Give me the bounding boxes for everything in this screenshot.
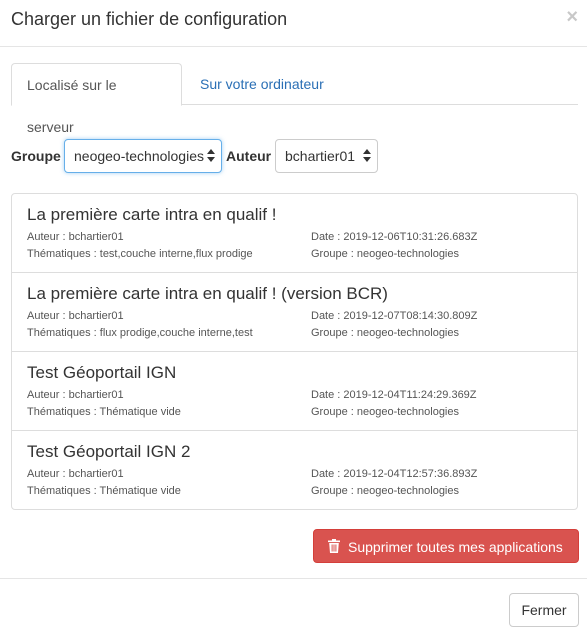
select-arrows-icon <box>363 148 371 164</box>
author-select[interactable]: bchartier01 <box>275 139 378 173</box>
list-item[interactable]: Test Géoportail IGN Auteur : bchartier01… <box>12 352 577 431</box>
list-item[interactable]: Test Géoportail IGN 2 Auteur : bchartier… <box>12 431 577 510</box>
select-arrows-icon <box>207 148 215 164</box>
item-themes: Thématiques : Thématique vide <box>27 406 181 418</box>
item-title: Test Géoportail IGN <box>27 363 177 382</box>
modal-title: Charger un fichier de configuration <box>11 9 288 29</box>
item-author: Auteur : bchartier01 <box>27 389 124 401</box>
item-group: Groupe : neogeo-technologies <box>311 248 459 260</box>
item-themes: Thématiques : flux prodige,couche intern… <box>27 327 253 339</box>
item-group: Groupe : neogeo-technologies <box>311 406 459 418</box>
item-date: Date : 2019-12-07T08:14:30.809Z <box>311 310 478 322</box>
close-icon[interactable]: × <box>566 7 578 27</box>
footer-divider <box>0 578 587 579</box>
item-themes: Thématiques : Thématique vide <box>27 485 181 497</box>
item-author: Auteur : bchartier01 <box>27 310 124 322</box>
item-title: La première carte intra en qualif ! <box>27 205 277 224</box>
tab-computer[interactable]: Sur votre ordinateur <box>185 63 339 105</box>
tab-server[interactable]: Localisé sur le serveur <box>11 63 182 135</box>
item-date: Date : 2019-12-04T12:57:36.893Z <box>311 468 478 480</box>
item-date: Date : 2019-12-04T11:24:29.369Z <box>311 389 477 401</box>
item-title: La première carte intra en qualif ! (ver… <box>27 284 388 303</box>
list-item[interactable]: La première carte intra en qualif ! (ver… <box>12 273 577 352</box>
item-title: Test Géoportail IGN 2 <box>27 442 191 461</box>
configuration-list: La première carte intra en qualif ! Aute… <box>11 193 578 510</box>
item-author: Auteur : bchartier01 <box>27 468 124 480</box>
item-group: Groupe : neogeo-technologies <box>311 485 459 497</box>
item-themes: Thématiques : test,couche interne,flux p… <box>27 248 253 260</box>
tab-bar: Localisé sur le serveur Sur votre ordina… <box>11 63 578 135</box>
delete-all-label: Supprimer toutes mes applications <box>348 539 563 555</box>
item-author: Auteur : bchartier01 <box>27 231 124 243</box>
item-date: Date : 2019-12-06T10:31:26.683Z <box>311 231 478 243</box>
close-button[interactable]: Fermer <box>509 593 579 627</box>
modal-header: Charger un fichier de configuration × <box>0 0 587 47</box>
author-select-value: bchartier01 <box>285 148 356 164</box>
author-filter-label: Auteur <box>226 148 272 164</box>
group-select-value: neogeo-technologies <box>74 148 204 164</box>
group-filter-label: Groupe <box>11 148 61 164</box>
list-item[interactable]: La première carte intra en qualif ! Aute… <box>12 194 577 273</box>
item-group: Groupe : neogeo-technologies <box>311 327 459 339</box>
trash-icon <box>328 539 340 553</box>
delete-all-applications-button[interactable]: Supprimer toutes mes applications <box>313 529 579 563</box>
group-select[interactable]: neogeo-technologies <box>64 139 222 173</box>
